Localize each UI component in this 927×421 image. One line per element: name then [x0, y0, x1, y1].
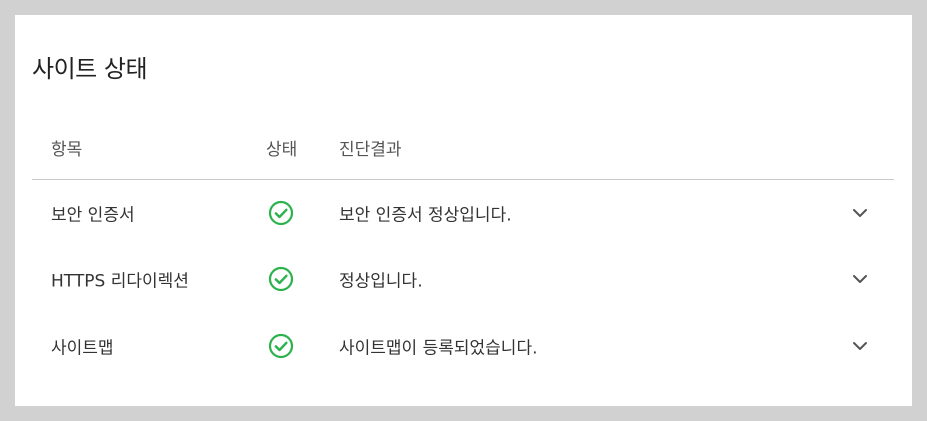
row-item-label: 사이트맵 — [51, 338, 114, 359]
chevron-down-icon[interactable] — [849, 268, 871, 290]
row-item-label: HTTPS 리다이렉션 — [51, 271, 189, 292]
status-row-sitemap[interactable]: 사이트맵 사이트맵이 등록되었습니다. — [32, 313, 894, 379]
check-circle-icon — [268, 200, 294, 226]
row-result-text: 정상입니다. — [339, 271, 423, 292]
row-result-text: 사이트맵이 등록되었습니다. — [339, 338, 538, 359]
row-item-label: 보안 인증서 — [51, 205, 135, 226]
column-header-item: 항목 — [51, 140, 83, 160]
chevron-down-icon[interactable] — [849, 335, 871, 357]
chevron-down-icon[interactable] — [849, 202, 871, 224]
status-row-ssl[interactable]: 보안 인증서 보안 인증서 정상입니다. — [32, 180, 894, 246]
column-header-result: 진단결과 — [339, 140, 402, 160]
page-background: 사이트 상태 항목 상태 진단결과 보안 인증서 보안 인증서 정상입니다. H… — [0, 0, 927, 421]
card-title: 사이트 상태 — [32, 55, 148, 83]
check-circle-icon — [268, 266, 294, 292]
check-circle-icon — [268, 333, 294, 359]
row-result-text: 보안 인증서 정상입니다. — [339, 205, 512, 226]
column-header-status: 상태 — [266, 140, 298, 160]
status-row-https-redirect[interactable]: HTTPS 리다이렉션 정상입니다. — [32, 246, 894, 312]
site-status-card: 사이트 상태 항목 상태 진단결과 보안 인증서 보안 인증서 정상입니다. H… — [15, 15, 912, 406]
